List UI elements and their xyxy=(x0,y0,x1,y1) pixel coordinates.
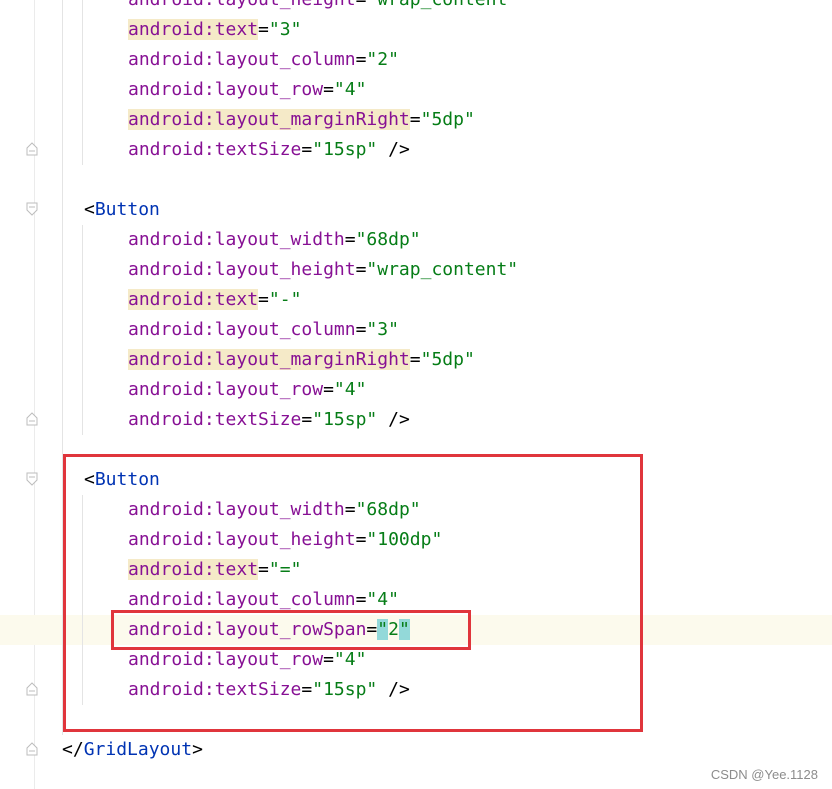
tag-bracket: </ xyxy=(62,739,84,760)
code-line-attribute: android:layout_row="4" xyxy=(128,375,366,405)
attribute-value: "5dp" xyxy=(420,109,475,130)
tag-bracket: < xyxy=(84,199,95,220)
attribute-value: "3" xyxy=(268,19,302,40)
attribute-name: android:layout_row xyxy=(128,379,324,400)
editor-gutter xyxy=(0,0,35,789)
code-line-attribute: android:layout_marginRight="5dp" xyxy=(128,345,475,375)
equals-sign: = xyxy=(409,109,421,130)
equals-sign: = xyxy=(323,379,334,400)
tag-bracket: > xyxy=(192,739,203,760)
equals-sign: = xyxy=(356,0,367,10)
code-editor[interactable]: android:layout_height="wrap_content"andr… xyxy=(0,0,832,789)
code-line-attribute: android:textSize="15sp" /> xyxy=(128,405,410,435)
tag-self-close: /> xyxy=(377,139,410,160)
attribute-name: android:layout_width xyxy=(128,229,345,250)
fold-end-icon[interactable] xyxy=(26,412,38,426)
fold-start-icon[interactable] xyxy=(26,472,38,486)
annotation-box-rowspan xyxy=(111,610,471,650)
code-line-attribute: android:layout_column="2" xyxy=(128,45,399,75)
watermark: CSDN @Yee.1128 xyxy=(710,767,818,782)
attribute-name: android:text xyxy=(128,289,259,310)
attribute-value: "2" xyxy=(366,49,399,70)
equals-sign: = xyxy=(323,79,334,100)
code-line-attribute: android:layout_width="68dp" xyxy=(128,225,421,255)
tag-self-close: /> xyxy=(377,409,410,430)
code-line-attribute: android:layout_height="wrap_content" xyxy=(128,255,518,285)
equals-sign: = xyxy=(355,49,367,70)
tag-name: Button xyxy=(94,199,160,220)
attribute-name: android:textSize xyxy=(128,409,302,430)
fold-end-icon[interactable] xyxy=(26,682,38,696)
tag-name: GridLayout xyxy=(83,739,193,760)
attribute-value: "4" xyxy=(333,379,367,400)
code-line-attribute: android:layout_row="4" xyxy=(128,75,366,105)
attribute-value: "15sp" xyxy=(312,139,378,160)
equals-sign: = xyxy=(355,259,367,280)
attribute-name: android:layout_height xyxy=(128,259,356,280)
equals-sign: = xyxy=(344,229,356,250)
annotation-box-button xyxy=(63,454,643,732)
attribute-name: android:layout_marginRight xyxy=(128,109,410,130)
equals-sign: = xyxy=(301,409,313,430)
fold-end-icon[interactable] xyxy=(26,142,38,156)
attribute-value: "5dp" xyxy=(420,349,475,370)
attribute-name: android:text xyxy=(128,19,259,40)
attribute-name: android:layout_marginRight xyxy=(128,349,410,370)
code-line-attribute: android:textSize="15sp" /> xyxy=(128,135,410,165)
equals-sign: = xyxy=(258,289,269,310)
code-line-open-tag: <Button xyxy=(84,195,160,225)
attribute-value: "15sp" xyxy=(312,409,378,430)
attribute-name: android:textSize xyxy=(128,139,302,160)
code-line-attribute: android:text="-" xyxy=(128,285,301,315)
attribute-value: "68dp" xyxy=(355,229,421,250)
equals-sign: = xyxy=(409,349,421,370)
code-line-attribute: android:text="3" xyxy=(128,15,301,45)
code-line-close-tag: </GridLayout> xyxy=(62,735,203,765)
code-line-attribute: android:layout_height="wrap_content" xyxy=(128,0,518,15)
attribute-value: "4" xyxy=(333,79,367,100)
attribute-value: "3" xyxy=(366,319,399,340)
fold-start-icon[interactable] xyxy=(26,202,38,216)
attribute-value: "wrap_content" xyxy=(366,0,518,10)
indent-guide xyxy=(82,225,83,435)
attribute-name: android:layout_column xyxy=(128,49,356,70)
indent-guide xyxy=(82,0,83,165)
attribute-name: android:layout_height xyxy=(128,0,356,10)
attribute-value: "wrap_content" xyxy=(366,259,519,280)
fold-end-icon[interactable] xyxy=(26,742,38,756)
code-line-attribute: android:layout_marginRight="5dp" xyxy=(128,105,475,135)
equals-sign: = xyxy=(258,19,269,40)
attribute-name: android:layout_row xyxy=(128,79,324,100)
equals-sign: = xyxy=(355,319,367,340)
code-line-attribute: android:layout_column="3" xyxy=(128,315,399,345)
attribute-value: "-" xyxy=(268,289,302,310)
attribute-name: android:layout_column xyxy=(128,319,356,340)
equals-sign: = xyxy=(301,139,313,160)
